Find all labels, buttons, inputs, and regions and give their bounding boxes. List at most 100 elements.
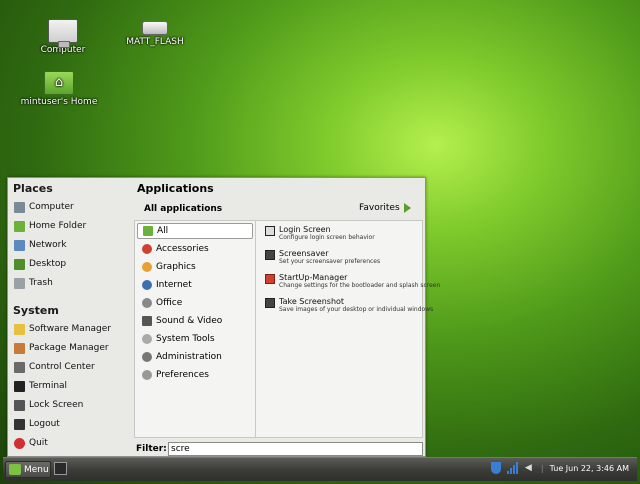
sound-video-icon xyxy=(142,316,152,326)
desktop-icon-computer[interactable]: Computer xyxy=(23,19,103,55)
volume-icon[interactable]: ◀ xyxy=(525,463,535,473)
tray-separator: | xyxy=(540,463,544,473)
home-folder-icon: ⌂ xyxy=(44,71,74,95)
camera-icon xyxy=(265,298,275,308)
favorites-button[interactable]: Favorites xyxy=(359,203,411,213)
category-office[interactable]: Office xyxy=(137,295,253,311)
desktop-icon-flash-drive[interactable]: MATT_FLASH xyxy=(115,21,195,47)
graphics-icon xyxy=(142,262,152,272)
category-all[interactable]: All xyxy=(137,223,253,239)
startup-manager-icon xyxy=(265,274,275,284)
system-item-logout[interactable]: Logout xyxy=(14,416,60,432)
menu-button-label: Menu xyxy=(24,464,49,475)
accessories-icon xyxy=(142,244,152,254)
globe-icon xyxy=(142,280,152,290)
places-column: Places Computer Home Folder Network Desk… xyxy=(8,178,132,456)
places-item-label: Home Folder xyxy=(29,221,87,231)
system-title: System xyxy=(13,304,59,317)
category-administration[interactable]: Administration xyxy=(137,349,253,365)
administration-icon xyxy=(142,352,152,362)
system-item-terminal[interactable]: Terminal xyxy=(14,378,67,394)
places-item-desktop[interactable]: Desktop xyxy=(14,256,66,272)
system-tools-icon xyxy=(142,334,152,344)
usb-drive-icon xyxy=(142,21,168,35)
result-description: Set your screensaver preferences xyxy=(279,258,381,265)
places-item-label: Computer xyxy=(29,202,74,212)
mint-logo-icon xyxy=(9,464,21,475)
category-label: Sound & Video xyxy=(156,316,223,326)
favorites-label: Favorites xyxy=(359,203,400,213)
result-take-screenshot[interactable]: Take Screenshot Save images of your desk… xyxy=(265,297,433,313)
places-item-label: Trash xyxy=(29,278,53,288)
places-item-network[interactable]: Network xyxy=(14,237,67,253)
category-graphics[interactable]: Graphics xyxy=(137,259,253,275)
system-item-label: Software Manager xyxy=(29,324,111,334)
terminal-icon xyxy=(14,380,25,392)
login-screen-icon xyxy=(265,226,275,236)
system-item-control-center[interactable]: Control Center xyxy=(14,359,95,375)
power-icon xyxy=(14,437,25,449)
category-internet[interactable]: Internet xyxy=(137,277,253,293)
desktop-icon-home[interactable]: ⌂ mintuser's Home xyxy=(19,71,99,107)
filter-label: Filter: xyxy=(136,444,167,454)
system-item-software-manager[interactable]: Software Manager xyxy=(14,321,111,337)
desktop: Computer MATT_FLASH ⌂ mintuser's Home Pl… xyxy=(3,3,637,481)
system-item-label: Quit xyxy=(29,438,48,448)
system-item-label: Logout xyxy=(29,419,60,429)
arrow-right-icon xyxy=(403,203,411,213)
logout-icon xyxy=(14,418,25,430)
result-description: Change settings for the bootloader and s… xyxy=(279,282,441,289)
filter-input[interactable] xyxy=(168,442,423,456)
category-preferences[interactable]: Preferences xyxy=(137,367,253,383)
screensaver-icon xyxy=(265,250,275,260)
system-item-package-manager[interactable]: Package Manager xyxy=(14,340,109,356)
system-item-label: Control Center xyxy=(29,362,95,372)
system-item-label: Terminal xyxy=(29,381,68,391)
lock-screen-icon xyxy=(14,399,25,411)
software-manager-icon xyxy=(14,323,25,335)
places-title: Places xyxy=(13,182,53,195)
trash-icon xyxy=(14,277,25,289)
update-shield-icon[interactable] xyxy=(490,462,501,474)
start-menu: Places Computer Home Folder Network Desk… xyxy=(7,177,440,457)
result-name: StartUp-Manager xyxy=(279,273,348,282)
clock[interactable]: Tue Jun 22, 3:46 AM xyxy=(550,464,629,473)
package-manager-icon xyxy=(14,342,25,354)
terminal-launcher-icon[interactable] xyxy=(54,462,67,475)
category-accessories[interactable]: Accessories xyxy=(137,241,253,257)
category-label: Accessories xyxy=(156,244,209,254)
system-item-label: Lock Screen xyxy=(29,400,84,410)
applications-panel: All Accessories Graphics Internet Office xyxy=(134,220,440,438)
result-name: Screensaver xyxy=(279,249,329,258)
result-startup-manager[interactable]: StartUp-Manager Change settings for the … xyxy=(265,273,440,289)
all-icon xyxy=(143,226,153,236)
system-tray: ◀ | Tue Jun 22, 3:46 AM xyxy=(485,462,629,474)
result-name: Login Screen xyxy=(279,225,331,234)
system-item-lock-screen[interactable]: Lock Screen xyxy=(14,397,83,413)
category-label: System Tools xyxy=(156,334,215,344)
result-description: Save images of your desktop or individua… xyxy=(279,306,434,313)
result-screensaver[interactable]: Screensaver Set your screensaver prefere… xyxy=(265,249,425,265)
system-item-label: Package Manager xyxy=(29,343,109,353)
places-item-computer[interactable]: Computer xyxy=(14,199,74,215)
menu-button[interactable]: Menu xyxy=(5,461,51,478)
places-item-label: Desktop xyxy=(29,259,67,269)
category-system-tools[interactable]: System Tools xyxy=(137,331,253,347)
places-item-trash[interactable]: Trash xyxy=(14,275,53,291)
category-list: All Accessories Graphics Internet Office xyxy=(135,221,256,437)
office-icon xyxy=(142,298,152,308)
category-sound-video[interactable]: Sound & Video xyxy=(137,313,253,329)
places-item-label: Network xyxy=(29,240,67,250)
desktop-icon xyxy=(14,258,25,270)
desktop-icon-label: MATT_FLASH xyxy=(126,37,184,47)
bottom-panel: Menu ◀ | Tue Jun 22, 3:46 AM xyxy=(3,457,637,481)
result-login-screen[interactable]: Login Screen Configure login screen beha… xyxy=(265,225,425,241)
network-icon xyxy=(14,239,25,251)
system-item-quit[interactable]: Quit xyxy=(14,435,48,451)
applications-title: Applications xyxy=(137,182,214,195)
control-center-icon xyxy=(14,361,25,373)
result-name: Take Screenshot xyxy=(279,297,345,306)
places-item-home-folder[interactable]: Home Folder xyxy=(14,218,86,234)
category-label: Preferences xyxy=(156,370,209,380)
network-signal-icon[interactable] xyxy=(506,462,519,474)
